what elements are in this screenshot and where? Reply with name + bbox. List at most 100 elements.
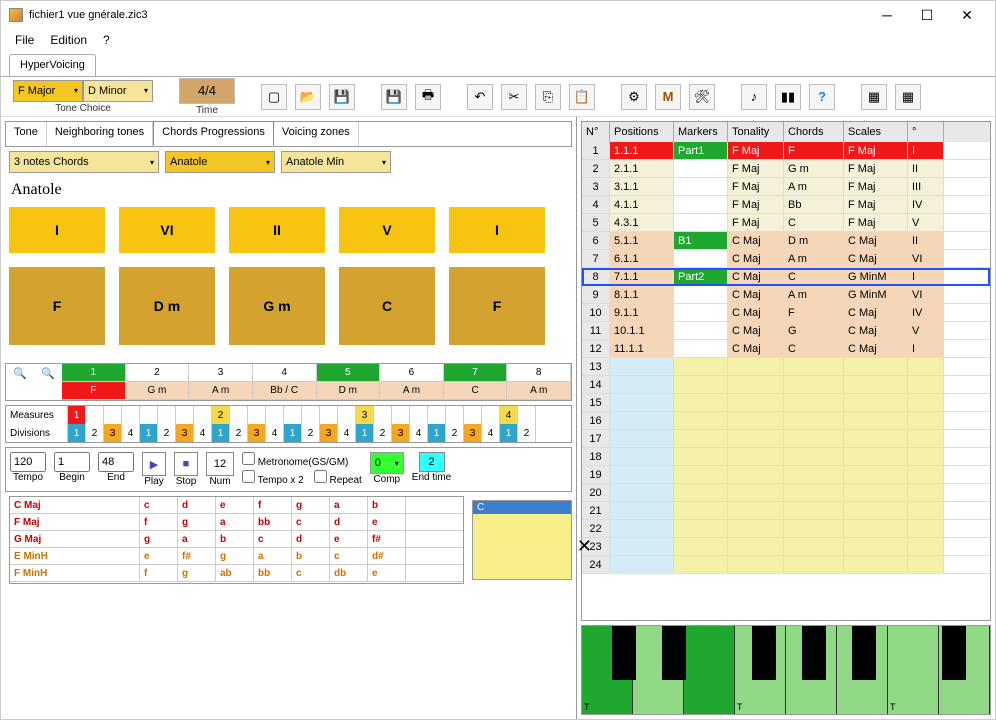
tempox2-checkbox[interactable]: Tempo x 2 (242, 470, 304, 486)
division-cell[interactable]: 1 (212, 424, 230, 442)
grid-row[interactable]: 76.1.1C MajA mC MajVI (582, 250, 990, 268)
measure-cell[interactable] (176, 406, 194, 424)
bar-number[interactable]: 4 (253, 364, 317, 382)
new-file-icon[interactable]: ▢ (261, 84, 287, 110)
grid-row[interactable]: 54.3.1F MajCF MajV (582, 214, 990, 232)
division-cell[interactable]: 1 (356, 424, 374, 442)
menu-file[interactable]: File (15, 33, 34, 47)
grid-row[interactable]: 19 (582, 466, 990, 484)
division-cell[interactable]: 3 (104, 424, 122, 442)
division-cell[interactable]: 3 (248, 424, 266, 442)
settings-icon[interactable]: ⚙ (621, 84, 647, 110)
division-cell[interactable]: 4 (410, 424, 428, 442)
black-key[interactable] (612, 626, 636, 680)
play-button[interactable]: ▶ (142, 452, 166, 476)
bar-number[interactable]: 6 (380, 364, 444, 382)
table-row[interactable]: F Majfgabbcde (10, 514, 463, 531)
degree-box[interactable]: V (339, 207, 435, 253)
save-file-icon[interactable]: 💾 (329, 84, 355, 110)
grid2-icon[interactable]: ▦ (895, 84, 921, 110)
zoom-in-icon[interactable]: 🔍 (41, 367, 55, 380)
division-cell[interactable]: 4 (338, 424, 356, 442)
bar-number[interactable]: 7 (444, 364, 508, 382)
measure-cell[interactable]: 2 (212, 406, 230, 424)
menu-help[interactable]: ? (103, 33, 110, 47)
table-row[interactable]: F MinHfgabbbcdbe (10, 565, 463, 582)
division-cell[interactable]: 2 (158, 424, 176, 442)
bar-number[interactable]: 2 (126, 364, 190, 382)
black-key[interactable] (942, 626, 966, 680)
division-cell[interactable]: 4 (266, 424, 284, 442)
measure-cell[interactable] (446, 406, 464, 424)
division-cell[interactable]: 3 (176, 424, 194, 442)
bar-chord[interactable]: G m (126, 382, 190, 400)
grid-row[interactable]: 20 (582, 484, 990, 502)
grid-row[interactable]: 17 (582, 430, 990, 448)
grid-row[interactable]: 44.1.1F MajBbF MajIV (582, 196, 990, 214)
tempo-input[interactable] (10, 452, 46, 472)
progression-grid[interactable]: N° Positions Markers Tonality Chords Sca… (581, 121, 991, 621)
division-cell[interactable]: 1 (68, 424, 86, 442)
division-cell[interactable]: 1 (284, 424, 302, 442)
maximize-button[interactable]: ☐ (907, 3, 947, 27)
grid-row[interactable]: 1110.1.1C MajGC MajV (582, 322, 990, 340)
grid-row[interactable]: 109.1.1C MajFC MajIV (582, 304, 990, 322)
bar-chord[interactable]: C (444, 382, 508, 400)
zoom-out-icon[interactable]: 🔍 (13, 367, 27, 380)
measure-cell[interactable] (320, 406, 338, 424)
measure-cell[interactable] (248, 406, 266, 424)
grid-row[interactable]: 33.1.1F MajA mF MajIII (582, 178, 990, 196)
grid-row[interactable]: 16 (582, 412, 990, 430)
black-key[interactable] (662, 626, 686, 680)
division-cell[interactable]: 1 (428, 424, 446, 442)
measure-cell[interactable] (302, 406, 320, 424)
degree-box[interactable]: II (229, 207, 325, 253)
tab-tone[interactable]: Tone (6, 122, 47, 146)
bar-chord[interactable]: D m (317, 382, 381, 400)
grid1-icon[interactable]: ▦ (861, 84, 887, 110)
help-icon[interactable]: ? (809, 84, 835, 110)
undo-icon[interactable]: ↶ (467, 84, 493, 110)
tone-minor-combo[interactable]: D Minor▾ (83, 80, 153, 102)
measure-cell[interactable] (284, 406, 302, 424)
close-button[interactable]: ✕ (947, 3, 987, 27)
measure-cell[interactable] (230, 406, 248, 424)
end-input[interactable] (98, 452, 134, 472)
measure-cell[interactable] (158, 406, 176, 424)
copy-icon[interactable]: ⎘ (535, 84, 561, 110)
bar-number[interactable]: 1 (62, 364, 126, 382)
grid-row[interactable]: 14 (582, 376, 990, 394)
bar-number[interactable]: 3 (189, 364, 253, 382)
progression-combo-2[interactable]: Anatole Min▾ (281, 151, 391, 173)
measure-cell[interactable] (392, 406, 410, 424)
tab-voicing-zones[interactable]: Voicing zones (274, 122, 359, 146)
tab-neighboring[interactable]: Neighboring tones (47, 122, 153, 146)
measure-cell[interactable]: 4 (500, 406, 518, 424)
stop-button[interactable]: ■ (174, 452, 198, 476)
table-row[interactable]: G Majgabcdef# (10, 531, 463, 548)
division-cell[interactable]: 3 (320, 424, 338, 442)
measure-cell[interactable] (410, 406, 428, 424)
measure-cell[interactable] (104, 406, 122, 424)
white-key[interactable] (684, 626, 735, 714)
metronome-checkbox[interactable]: Metronome(GS/GM) (242, 452, 362, 468)
division-cell[interactable]: 1 (500, 424, 518, 442)
measure-cell[interactable] (464, 406, 482, 424)
division-cell[interactable]: 4 (482, 424, 500, 442)
measure-cell[interactable] (518, 406, 536, 424)
division-cell[interactable]: 4 (122, 424, 140, 442)
measure-cell[interactable] (266, 406, 284, 424)
division-cell[interactable]: 2 (302, 424, 320, 442)
division-cell[interactable]: 2 (518, 424, 536, 442)
measure-cell[interactable] (428, 406, 446, 424)
minimize-button[interactable]: ─ (867, 3, 907, 27)
chord-box[interactable]: D m (119, 267, 215, 345)
black-key[interactable] (752, 626, 776, 680)
begin-input[interactable] (54, 452, 90, 472)
measure-cell[interactable] (482, 406, 500, 424)
table-row[interactable]: E MinHef#gabcd# (10, 548, 463, 565)
grid-row[interactable]: 22.1.1F MajG mF MajII (582, 160, 990, 178)
measure-cell[interactable] (194, 406, 212, 424)
grid-row[interactable]: 15 (582, 394, 990, 412)
grid-row[interactable]: 98.1.1C MajA mG MinMVI (582, 286, 990, 304)
